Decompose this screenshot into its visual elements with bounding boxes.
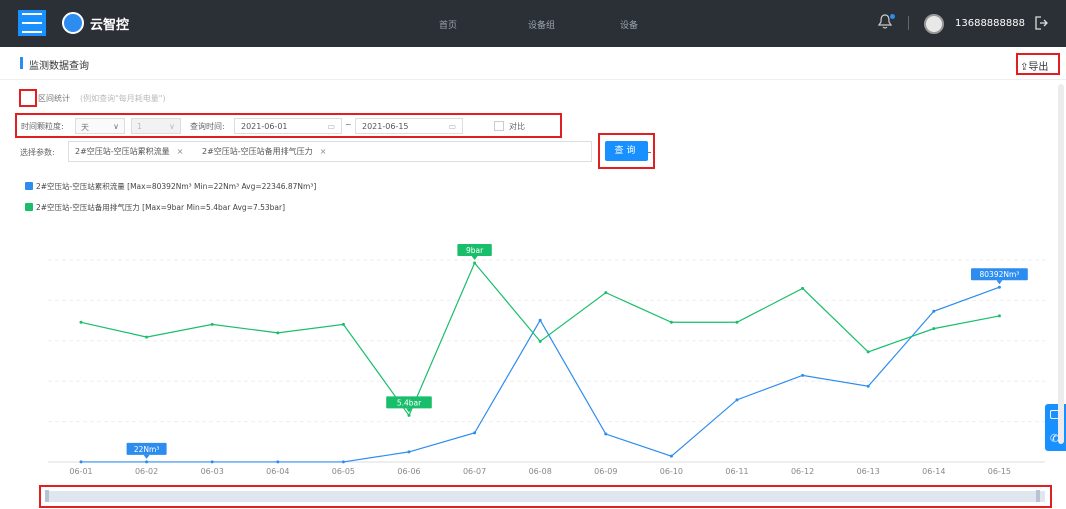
data-point[interactable] xyxy=(538,318,542,322)
data-label: 22Nm³ xyxy=(134,445,159,454)
start-date-input[interactable]: 2021-06-01 ▭ xyxy=(234,118,342,134)
x-tick-label: 06-09 xyxy=(594,467,617,476)
data-point[interactable] xyxy=(735,320,739,324)
data-point[interactable] xyxy=(341,322,345,326)
data-point[interactable] xyxy=(997,285,1001,289)
data-label-pointer xyxy=(471,256,478,260)
x-tick-label: 06-10 xyxy=(660,467,683,476)
checkbox-icon xyxy=(25,182,33,190)
x-tick-label: 06-04 xyxy=(266,467,289,476)
filter-row: 时间颗粒度: 天 ∨ 1 ∨ 查询时间: 2021-06-01 ▭ ~ 2021-06… xyxy=(15,113,562,138)
end-date-input[interactable]: 2021-06-15 ▭ xyxy=(355,118,463,134)
page-title: 监测数据查询 xyxy=(29,61,89,72)
data-point[interactable] xyxy=(932,327,936,331)
x-tick-label: 06-07 xyxy=(463,467,486,476)
top-bar: 云智控 首页 设备组 设备 13688888888 xyxy=(0,0,1066,47)
compare-label: 对比 xyxy=(509,122,525,131)
zoom-slider[interactable] xyxy=(39,485,1052,508)
zoom-handle-left[interactable] xyxy=(45,490,49,502)
nav-device-group[interactable]: 设备组 xyxy=(528,18,555,31)
data-point[interactable] xyxy=(669,320,673,324)
menu-icon[interactable] xyxy=(18,10,46,36)
data-point[interactable] xyxy=(276,460,280,464)
range-stat-hint: (例如查询"每月耗电量") xyxy=(80,94,166,103)
data-point[interactable] xyxy=(145,335,149,339)
calendar-icon: ▭ xyxy=(327,122,335,131)
checkbox-icon xyxy=(25,203,33,211)
data-point[interactable] xyxy=(669,454,673,458)
x-tick-label: 06-15 xyxy=(988,467,1011,476)
calendar-icon: ▭ xyxy=(448,122,456,131)
data-point[interactable] xyxy=(407,413,411,417)
logo-icon xyxy=(62,12,84,34)
data-point[interactable] xyxy=(407,450,411,454)
line-chart: 06-01 06-02 06-03 06-04 06-05 06-06 06-07 06-08… xyxy=(48,244,1045,476)
data-label-pointer xyxy=(143,454,150,459)
data-point[interactable] xyxy=(604,291,608,295)
time-label: 查询时间: xyxy=(190,122,225,131)
granularity-select[interactable]: 天 ∨ xyxy=(75,118,125,134)
x-tick-label: 06-08 xyxy=(529,467,552,476)
data-point[interactable] xyxy=(210,322,214,326)
param-tag: 2#空压站-空压站累积流量 × xyxy=(75,147,184,156)
legend-item[interactable]: 2#空压站-空压站累积流量 [Max=80392Nm³ Min=22Nm³ Av… xyxy=(25,181,316,192)
export-button[interactable]: ⇪导出 xyxy=(1016,53,1060,75)
data-point[interactable] xyxy=(473,431,477,435)
nav-device[interactable]: 设备 xyxy=(620,18,638,31)
series-line xyxy=(80,261,1000,417)
data-point[interactable] xyxy=(79,320,83,324)
data-point[interactable] xyxy=(79,460,83,464)
compare-checkbox[interactable] xyxy=(494,121,504,131)
close-icon[interactable]: × xyxy=(320,147,327,156)
app-title: 云智控 xyxy=(90,18,130,33)
user-phone[interactable]: 13688888888 xyxy=(955,18,1025,29)
close-icon[interactable]: × xyxy=(177,147,184,156)
data-point[interactable] xyxy=(276,331,280,335)
legend-item[interactable]: 2#空压站-空压站备用排气压力 [Max=9bar Min=5.4bar Avg… xyxy=(25,202,285,213)
series-line xyxy=(81,286,1000,463)
data-point[interactable] xyxy=(866,350,870,354)
data-point[interactable] xyxy=(341,460,345,464)
logout-icon[interactable] xyxy=(1034,15,1048,31)
x-tick-label: 06-01 xyxy=(69,467,92,476)
data-label: 5.4bar xyxy=(397,398,422,407)
x-tick-label: 06-06 xyxy=(397,467,420,476)
nav-home[interactable]: 首页 xyxy=(439,18,457,31)
data-point[interactable] xyxy=(997,314,1001,318)
param-tag: 2#空压站-空压站备用排气压力 × xyxy=(202,147,327,156)
param-label: 选择参数: xyxy=(20,148,55,157)
step-select[interactable]: 1 ∨ xyxy=(131,118,181,134)
data-point[interactable] xyxy=(801,373,805,377)
x-tick-label: 06-14 xyxy=(922,467,945,476)
zoom-handle-right[interactable] xyxy=(1036,490,1040,502)
range-stat-label: 区间统计 xyxy=(38,94,70,103)
range-stat-checkbox[interactable] xyxy=(19,89,37,107)
x-tick-label: 06-11 xyxy=(725,467,748,476)
data-point[interactable] xyxy=(604,432,608,436)
param-select[interactable]: 2#空压站-空压站累积流量× 2#空压站-空压站备用排气压力× + xyxy=(68,141,652,162)
data-point[interactable] xyxy=(735,398,739,402)
avatar[interactable] xyxy=(924,14,944,34)
data-label: 80392Nm³ xyxy=(980,270,1020,279)
data-label: 9bar xyxy=(466,246,484,255)
data-point[interactable] xyxy=(866,384,870,388)
data-point[interactable] xyxy=(145,460,149,464)
notification-dot xyxy=(890,14,895,19)
data-point[interactable] xyxy=(538,339,542,343)
granularity-label: 时间颗粒度: xyxy=(21,122,64,131)
x-tick-label: 06-02 xyxy=(135,467,158,476)
x-tick-label: 06-13 xyxy=(857,467,880,476)
data-point[interactable] xyxy=(210,460,214,464)
data-point[interactable] xyxy=(932,309,936,313)
scrollbar[interactable] xyxy=(1058,84,1064,444)
data-point[interactable] xyxy=(473,261,477,265)
data-point[interactable] xyxy=(801,286,805,290)
data-label-pointer xyxy=(996,280,1003,285)
x-tick-label: 06-03 xyxy=(201,467,224,476)
x-tick-label: 06-05 xyxy=(332,467,355,476)
x-tick-label: 06-12 xyxy=(791,467,814,476)
query-button[interactable]: 查询 xyxy=(605,141,648,161)
